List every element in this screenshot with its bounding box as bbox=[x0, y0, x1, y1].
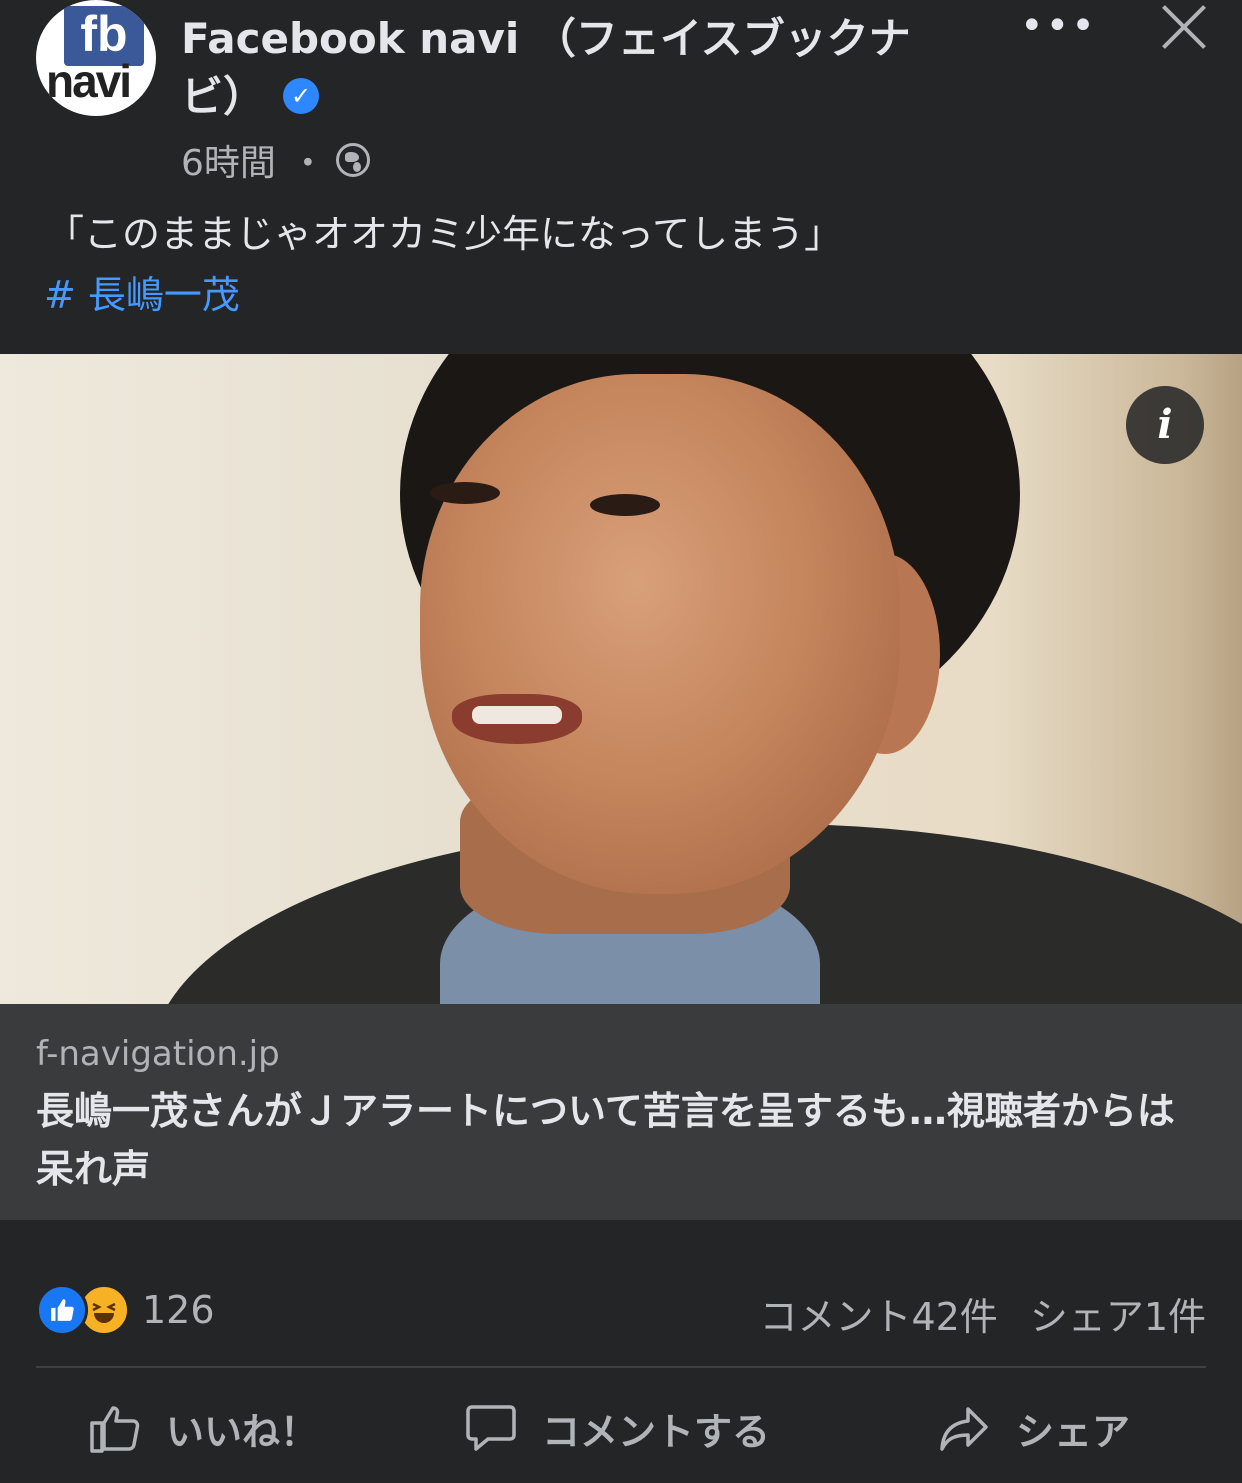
share-count[interactable]: シェア1件 bbox=[1030, 1286, 1206, 1341]
photo-eye-right bbox=[590, 494, 660, 516]
comment-bubble-icon bbox=[466, 1405, 516, 1451]
hashtag-link[interactable]: # 長嶋一茂 bbox=[44, 270, 240, 320]
engagement-stats: コメント42件 シェア1件 bbox=[759, 1286, 1206, 1341]
comment-label: コメントする bbox=[542, 1409, 771, 1454]
divider bbox=[36, 1366, 1206, 1368]
verified-badge-icon: ✓ bbox=[283, 77, 320, 114]
avatar-logo-navi: navi bbox=[46, 55, 132, 107]
thumbs-up-icon bbox=[90, 1406, 140, 1453]
reaction-summary[interactable]: 126 bbox=[36, 1284, 215, 1336]
link-title[interactable]: 長嶋一茂さんがＪアラートについて苦言を呈するも…視聴者からは呆れ声 bbox=[36, 1082, 1206, 1198]
link-domain[interactable]: f-navigation.jp bbox=[36, 1034, 280, 1074]
photo-teeth bbox=[472, 706, 562, 724]
info-icon[interactable]: i bbox=[1126, 386, 1204, 464]
photo-eye-left bbox=[430, 482, 500, 504]
post-meta: 6時間 ・ bbox=[181, 134, 370, 186]
like-icon bbox=[36, 1284, 88, 1336]
post-header: fb navi Facebook navi （フェイスブックナビ） ✓ 6時間 ・… bbox=[0, 0, 1242, 190]
meta-separator: ・ bbox=[289, 143, 326, 184]
share-arrow-icon bbox=[940, 1407, 988, 1451]
close-icon[interactable] bbox=[1158, 2, 1208, 52]
page-avatar[interactable]: fb navi bbox=[36, 0, 156, 116]
photo-face bbox=[420, 374, 900, 894]
page-name[interactable]: Facebook navi （フェイスブックナビ） ✓ bbox=[181, 10, 921, 126]
globe-icon bbox=[335, 143, 370, 177]
share-button[interactable]: シェア bbox=[938, 1398, 1130, 1458]
post-time[interactable]: 6時間 bbox=[181, 134, 276, 186]
post-text: 「このままじゃオオカミ少年になってしまう」 bbox=[46, 212, 843, 256]
more-options-button[interactable]: ••• bbox=[1020, 6, 1095, 46]
action-bar: いいね！ コメントする シェア bbox=[0, 1370, 1242, 1483]
comment-count[interactable]: コメント42件 bbox=[759, 1286, 997, 1341]
reaction-count: 126 bbox=[142, 1288, 215, 1332]
post-image[interactable] bbox=[0, 354, 1242, 1004]
like-label: いいね！ bbox=[166, 1409, 319, 1454]
share-label: シェア bbox=[1016, 1409, 1131, 1454]
like-button[interactable]: いいね！ bbox=[88, 1398, 318, 1458]
comment-button[interactable]: コメントする bbox=[464, 1398, 770, 1458]
